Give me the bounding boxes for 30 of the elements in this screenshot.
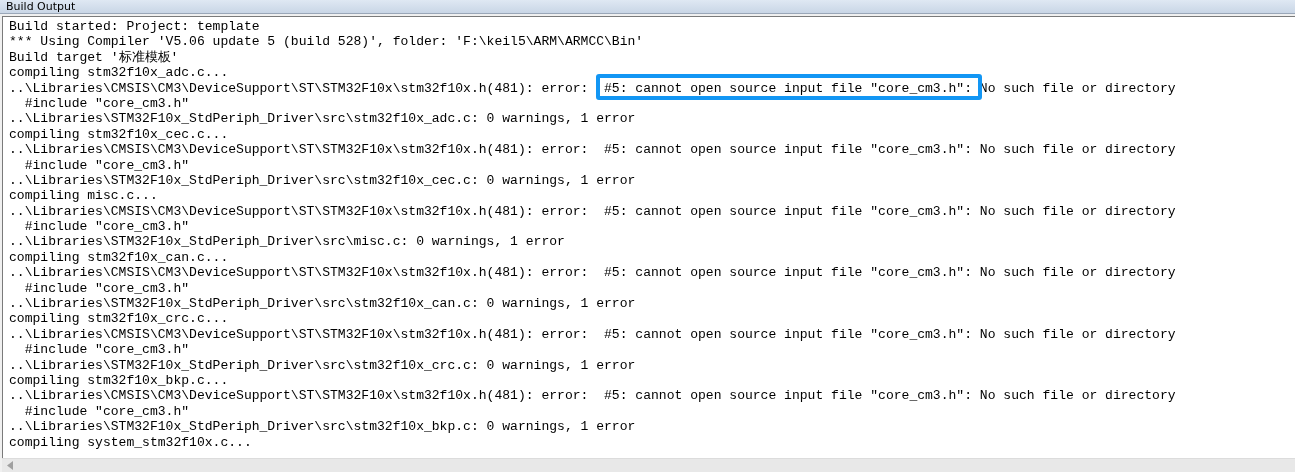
output-line: ..\Libraries\CMSIS\CM3\DeviceSupport\ST\STM32F10x\stm32f10x.h(481): error: #5: cannot open source input file "core_cm3.h": No such file or directory	[9, 203, 1177, 220]
output-line: Build started: Project: template	[9, 19, 261, 35]
output-line: compiling stm32f10x_crc.c...	[9, 311, 230, 327]
output-line: #include "core_cm3.h"	[23, 403, 191, 420]
output-line: ..\Libraries\STM32F10x_StdPeriph_Driver\src\stm32f10x_can.c: 0 warnings, 1 error	[9, 296, 637, 312]
output-line: #include "core_cm3.h"	[23, 280, 191, 297]
output-line: ..\Libraries\CMSIS\CM3\DeviceSupport\ST\STM32F10x\stm32f10x.h(481): error: #5: cannot open source input file "core_cm3.h": No such file or directory	[9, 265, 1177, 281]
output-line: ..\Libraries\STM32F10x_StdPeriph_Driver\src\stm32f10x_adc.c: 0 warnings, 1 error	[9, 111, 637, 127]
panel-title: Build Output	[6, 1, 76, 13]
horizontal-scrollbar[interactable]	[2, 458, 1295, 472]
output-line: #include "core_cm3.h"	[23, 95, 191, 112]
output-line: #include "core_cm3.h"	[23, 157, 191, 173]
output-line: ..\Libraries\CMSIS\CM3\DeviceSupport\ST\STM32F10x\stm32f10x.h(481): error: #5: cannot open source input file "core_cm3.h": No such file or directory	[9, 326, 1177, 343]
output-line: ..\Libraries\STM32F10x_StdPeriph_Driver\src\stm32f10x_cec.c: 0 warnings, 1 error	[9, 172, 637, 189]
output-line: ..\Libraries\STM32F10x_StdPeriph_Driver\src\stm32f10x_bkp.c: 0 warnings, 1 error	[9, 419, 637, 435]
output-line: compiling stm32f10x_cec.c...	[9, 126, 230, 143]
output-line: #include "core_cm3.h"	[23, 219, 191, 235]
output-line: compiling system_stm32f10x.c...	[9, 434, 253, 450]
output-line: ..\Libraries\STM32F10x_StdPeriph_Driver\src\stm32f10x_crc.c: 0 warnings, 1 error	[9, 357, 637, 373]
output-line: compiling stm32f10x_bkp.c...	[9, 373, 230, 389]
output-line: ..\Libraries\CMSIS\CM3\DeviceSupport\ST\STM32F10x\stm32f10x.h(481): error: #5: cannot open source input file "core_cm3.h": No such file or directory	[9, 142, 1177, 158]
output-line: ..\Libraries\CMSIS\CM3\DeviceSupport\ST\STM32F10x\stm32f10x.h(481): error: #5: cannot open source input file "core_cm3.h": No such file or directory	[9, 388, 1177, 404]
scroll-left-icon[interactable]	[7, 461, 14, 470]
output-line: #include "core_cm3.h"	[23, 342, 191, 358]
output-line: compiling stm32f10x_can.c...	[9, 249, 230, 266]
output-line: compiling stm32f10x_adc.c...	[9, 65, 230, 81]
output-line: compiling misc.c...	[9, 188, 159, 204]
output-line: ..\Libraries\STM32F10x_StdPeriph_Driver\src\misc.c: 0 warnings, 1 error	[9, 234, 566, 250]
output-line: Build target '标准模板'	[9, 49, 180, 66]
output-line: *** Using Compiler 'V5.06 update 5 (build 528)', folder: 'F:\keil5\ARM\ARMCC\Bin'	[9, 34, 645, 50]
